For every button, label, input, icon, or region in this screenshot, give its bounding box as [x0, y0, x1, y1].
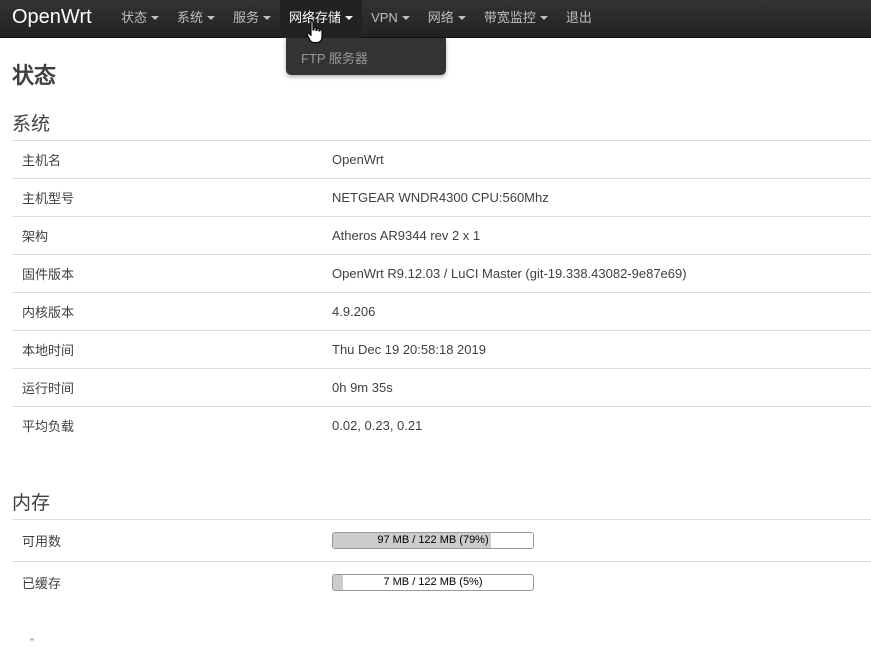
row-key: 架构	[12, 216, 322, 255]
row-value: 0h 9m 35s	[322, 368, 871, 407]
menu-system-label: 系统	[177, 10, 204, 25]
menu-logout[interactable]: 退出	[557, 0, 601, 38]
row-value: 4.9.206	[322, 292, 871, 331]
menu-status[interactable]: 状态	[112, 0, 168, 38]
caret-down-icon	[457, 16, 466, 20]
memory-cached-bar-text: 7 MB / 122 MB (5%)	[383, 576, 483, 588]
memory-cached-bar: 7 MB / 122 MB (5%)	[332, 574, 534, 591]
caret-down-icon	[401, 16, 410, 20]
menu-status-label: 状态	[121, 10, 148, 25]
row-key: 固件版本	[12, 254, 322, 293]
menu-services[interactable]: 服务	[224, 0, 280, 38]
row-key: 内核版本	[12, 292, 322, 331]
row-key: 已缓存	[12, 561, 322, 603]
menu-services-label: 服务	[233, 10, 260, 25]
row-key: 本地时间	[12, 330, 322, 369]
top-navbar: OpenWrt 状态 系统 服务 网络存储 VPN 网络 带宽监控 退出	[0, 0, 871, 38]
menu-vpn[interactable]: VPN	[362, 0, 419, 38]
caret-down-icon	[263, 16, 272, 20]
brand-logo[interactable]: OpenWrt	[12, 6, 92, 29]
table-row: 可用数 97 MB / 122 MB (79%)	[12, 519, 871, 562]
next-section-title-edge: ‘‘	[30, 637, 35, 648]
page-title: 状态	[12, 63, 57, 88]
table-row: 架构 Atheros AR9344 rev 2 x 1	[12, 216, 871, 255]
menu-network-label: 网络	[427, 10, 454, 25]
row-value: 0.02, 0.23, 0.21	[322, 406, 871, 444]
caret-down-icon	[345, 16, 354, 20]
row-key: 主机名	[12, 140, 322, 179]
menu-logout-label: 退出	[565, 10, 592, 25]
row-value: OpenWrt R9.12.03 / LuCI Master (git-19.3…	[322, 254, 871, 293]
row-value: 97 MB / 122 MB (79%)	[322, 519, 871, 562]
table-row: 平均负载 0.02, 0.23, 0.21	[12, 406, 871, 444]
row-value: 7 MB / 122 MB (5%)	[322, 561, 871, 603]
menu-system[interactable]: 系统	[168, 0, 224, 38]
dropdown-item-ftp[interactable]: FTP 服务器	[301, 48, 368, 67]
row-value: Atheros AR9344 rev 2 x 1	[322, 216, 871, 255]
row-value: NETGEAR WNDR4300 CPU:560Mhz	[322, 178, 871, 217]
menu-network[interactable]: 网络	[419, 0, 475, 38]
row-value: OpenWrt	[322, 140, 871, 179]
row-key: 平均负载	[12, 406, 322, 444]
table-row: 内核版本 4.9.206	[12, 292, 871, 331]
table-row: 已缓存 7 MB / 122 MB (5%)	[12, 561, 871, 603]
row-key: 主机型号	[12, 178, 322, 217]
row-value: Thu Dec 19 20:58:18 2019	[322, 330, 871, 369]
row-key: 运行时间	[12, 368, 322, 407]
memory-info-table: 可用数 97 MB / 122 MB (79%) 已缓存 7 MB / 122 …	[12, 519, 871, 603]
table-row: 本地时间 Thu Dec 19 20:58:18 2019	[12, 330, 871, 369]
caret-down-icon	[207, 16, 216, 20]
hand-pointer-icon	[306, 20, 323, 44]
table-row: 主机型号 NETGEAR WNDR4300 CPU:560Mhz	[12, 178, 871, 217]
memory-available-bar: 97 MB / 122 MB (79%)	[332, 532, 534, 549]
system-info-table: 主机名 OpenWrt 主机型号 NETGEAR WNDR4300 CPU:560M…	[12, 140, 871, 444]
menu-bandwidth[interactable]: 带宽监控	[475, 0, 557, 38]
caret-down-icon	[539, 16, 548, 20]
memory-section-title: 内存	[12, 493, 51, 514]
memory-available-bar-text: 97 MB / 122 MB (79%)	[377, 534, 489, 546]
system-section-title: 系统	[12, 114, 51, 135]
menu-vpn-label: VPN	[371, 10, 398, 25]
caret-down-icon	[151, 16, 160, 20]
table-row: 固件版本 OpenWrt R9.12.03 / LuCI Master (git-…	[12, 254, 871, 293]
table-row: 主机名 OpenWrt	[12, 140, 871, 179]
table-row: 运行时间 0h 9m 35s	[12, 368, 871, 407]
menu-bandwidth-label: 带宽监控	[483, 10, 536, 25]
row-key: 可用数	[12, 519, 322, 562]
main-menu: 状态 系统 服务 网络存储 VPN 网络 带宽监控 退出	[112, 0, 601, 38]
